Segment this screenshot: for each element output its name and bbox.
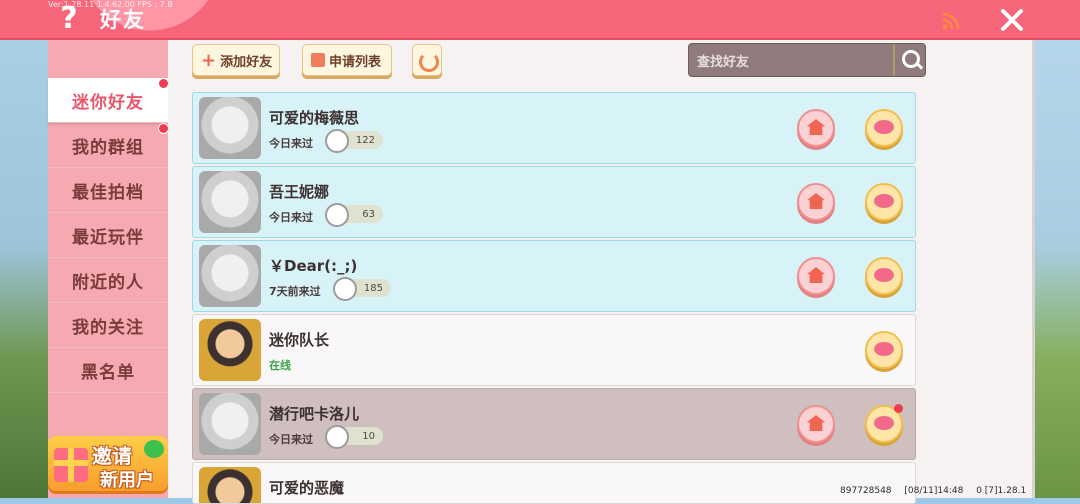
invite-new-user-button[interactable]: 邀请 新用户 bbox=[48, 436, 168, 494]
popularity-icon bbox=[325, 425, 349, 449]
user-id: 897728548 bbox=[840, 486, 892, 496]
sidebar-item-label: 黑名单 bbox=[81, 362, 135, 383]
popularity-icon bbox=[325, 203, 349, 227]
chat-button[interactable] bbox=[865, 257, 903, 295]
wechat-icon bbox=[144, 440, 164, 458]
sidebar-item-label: 迷你好友 bbox=[72, 92, 144, 113]
chat-bubble-icon bbox=[874, 416, 894, 430]
sidebar-item-mini-friends[interactable]: 迷你好友 bbox=[48, 78, 168, 123]
friend-name: 潜行吧卡洛儿 bbox=[269, 405, 360, 423]
popularity-badge: 122 bbox=[325, 129, 383, 153]
friend-status: 今日来过 bbox=[269, 137, 313, 150]
chat-button[interactable] bbox=[865, 183, 903, 221]
popularity-count: 122 bbox=[355, 134, 375, 146]
friend-name: 迷你队长 bbox=[269, 331, 330, 349]
popularity-count: 10 bbox=[362, 430, 375, 442]
friend-status: 今日来过 bbox=[269, 433, 313, 446]
search-button[interactable] bbox=[893, 44, 925, 76]
popularity-badge: 185 bbox=[333, 277, 391, 301]
home-icon bbox=[807, 119, 825, 135]
chat-bubble-icon bbox=[874, 268, 894, 282]
request-list-button[interactable]: 申请列表 bbox=[302, 44, 392, 76]
visit-home-button[interactable] bbox=[797, 405, 835, 443]
sidebar-item-label: 最佳拍档 bbox=[72, 182, 144, 203]
invite-label-line1: 邀请 bbox=[92, 444, 132, 468]
chat-bubble-icon bbox=[874, 342, 894, 356]
gift-icon bbox=[54, 448, 88, 482]
home-icon bbox=[807, 267, 825, 283]
add-friend-label: 添加好友 bbox=[220, 54, 273, 70]
notification-dot bbox=[894, 404, 903, 413]
sidebar: 迷你好友 我的群组 最佳拍档 最近玩伴 附近的人 我的关注 黑名单 bbox=[48, 40, 169, 498]
search-icon bbox=[902, 50, 920, 68]
friend-row[interactable]: ￥Dear(:_;) 7天前来过 185 bbox=[192, 240, 916, 312]
avatar[interactable] bbox=[199, 245, 261, 307]
friend-row[interactable]: 可爱的梅薇思 今日来过 122 bbox=[192, 92, 916, 164]
plus-icon: + bbox=[201, 49, 217, 71]
avatar[interactable] bbox=[199, 393, 261, 455]
chat-button[interactable] bbox=[865, 331, 903, 369]
friend-name: 吾王妮娜 bbox=[269, 183, 330, 201]
chat-bubble-icon bbox=[874, 120, 894, 134]
sidebar-item-nearby[interactable]: 附近的人 bbox=[48, 258, 168, 303]
chat-bubble-icon bbox=[874, 194, 894, 208]
avatar[interactable] bbox=[199, 319, 261, 381]
sidebar-item-label: 我的群组 bbox=[72, 137, 144, 158]
popularity-badge: 10 bbox=[325, 425, 383, 449]
popularity-icon bbox=[333, 277, 357, 301]
visit-home-button[interactable] bbox=[797, 257, 835, 295]
sidebar-item-label: 最近玩伴 bbox=[72, 227, 144, 248]
sidebar-item-blacklist[interactable]: 黑名单 bbox=[48, 348, 168, 393]
friend-name: 可爱的梅薇思 bbox=[269, 109, 360, 127]
visit-home-button[interactable] bbox=[797, 183, 835, 221]
popularity-badge: 63 bbox=[325, 203, 383, 227]
search-input[interactable]: 查找好友 bbox=[697, 51, 749, 70]
home-icon bbox=[807, 193, 825, 209]
refresh-icon bbox=[419, 52, 439, 72]
list-icon bbox=[311, 53, 325, 67]
friend-status: 在线 bbox=[269, 359, 291, 372]
timestamp: [08/11]14:48 bbox=[904, 486, 964, 496]
sidebar-item-label: 附近的人 bbox=[72, 272, 144, 293]
friend-status: 7天前来过 bbox=[269, 285, 321, 298]
sidebar-item-following[interactable]: 我的关注 bbox=[48, 303, 168, 348]
page-title: 好友 bbox=[100, 8, 146, 32]
close-icon[interactable] bbox=[996, 4, 1028, 36]
friend-status: 今日来过 bbox=[269, 211, 313, 224]
refresh-button[interactable] bbox=[412, 44, 442, 76]
friend-name: ￥Dear(:_;) bbox=[269, 257, 358, 275]
friend-row[interactable]: 潜行吧卡洛儿 今日来过 10 bbox=[192, 388, 916, 460]
chat-button[interactable] bbox=[865, 404, 903, 443]
invite-label-line2: 新用户 bbox=[100, 470, 154, 491]
footer-info: 897728548 [08/11]14:48 0 [7]1.28.1 bbox=[840, 486, 1036, 496]
add-friend-button[interactable]: + 添加好友 bbox=[192, 44, 280, 76]
background-right bbox=[1032, 40, 1080, 498]
request-list-label: 申请列表 bbox=[329, 54, 382, 70]
avatar[interactable] bbox=[199, 467, 261, 503]
avatar[interactable] bbox=[199, 97, 261, 159]
top-bar: Ver:1.28.11 1.4.62.00 FPS : 7.8 ? 好友 bbox=[0, 0, 1080, 40]
popularity-icon bbox=[325, 129, 349, 153]
friend-row[interactable]: 迷你队长 在线 bbox=[192, 314, 916, 386]
popularity-count: 185 bbox=[363, 282, 383, 294]
rss-icon[interactable] bbox=[942, 12, 960, 30]
search-box[interactable]: 查找好友 bbox=[688, 43, 926, 77]
popularity-count: 63 bbox=[362, 208, 375, 220]
visit-home-button[interactable] bbox=[797, 109, 835, 147]
friend-row[interactable]: 吾王妮娜 今日来过 63 bbox=[192, 166, 916, 238]
chat-button[interactable] bbox=[865, 109, 903, 147]
friend-list-panel: + 添加好友 申请列表 查找好友 可爱的梅薇思 今日来过 122 吾王妮娜 今日… bbox=[168, 40, 1035, 504]
sidebar-item-my-groups[interactable]: 我的群组 bbox=[48, 123, 168, 168]
sidebar-item-label: 我的关注 bbox=[72, 317, 144, 338]
sidebar-item-best-partners[interactable]: 最佳拍档 bbox=[48, 168, 168, 213]
home-icon bbox=[807, 415, 825, 431]
help-icon[interactable]: ? bbox=[54, 2, 84, 36]
version-text: 0 [7]1.28.1 bbox=[976, 486, 1027, 496]
sidebar-item-recent-players[interactable]: 最近玩伴 bbox=[48, 213, 168, 258]
friend-name: 可爱的恶魔 bbox=[269, 479, 345, 497]
avatar[interactable] bbox=[199, 171, 261, 233]
background-left bbox=[0, 40, 48, 498]
